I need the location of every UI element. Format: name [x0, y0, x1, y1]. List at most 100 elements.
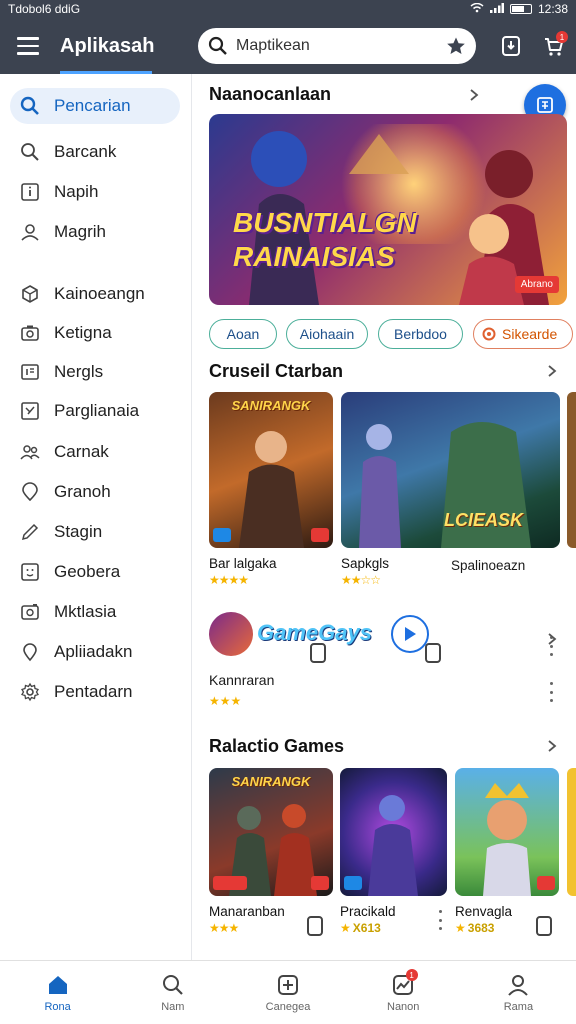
game-card[interactable]: Renvagla ★ 3683 [455, 768, 559, 935]
game-card[interactable]: LCIEASK [341, 392, 560, 548]
banner-badge: Abrano [514, 276, 559, 293]
game-card[interactable]: SANIRANGK Manaranban ★★★ [209, 768, 333, 935]
download-button[interactable] [490, 25, 532, 67]
nav-label: Nanon [387, 1000, 420, 1013]
nav-badge: 1 [405, 969, 418, 981]
id-card-icon [21, 364, 39, 380]
nav-search[interactable]: Nam [115, 961, 230, 1024]
add-icon [278, 974, 298, 995]
nav-label: Rama [503, 1000, 534, 1013]
thumbnail-title: LCIEASK [443, 510, 523, 530]
chevron-right-icon[interactable] [545, 364, 559, 378]
game-card[interactable]: SANIRANGK Bar lalgaka ★★★★ [209, 392, 333, 587]
sidebar-item-napih[interactable]: Napih [10, 174, 180, 210]
more-icon[interactable] [438, 910, 442, 930]
game-app-icon[interactable] [209, 612, 253, 656]
platform-icon [311, 876, 329, 890]
status-left-text: Tdobol6 ddiG [8, 2, 81, 16]
person-icon [21, 224, 39, 241]
sidebar-item-search[interactable]: Pencarian [10, 88, 180, 124]
sidebar-item-label: Barcank [54, 142, 117, 161]
section-title: Cruseil Ctarban [209, 361, 344, 381]
game-rating: ★ X613 [340, 921, 381, 935]
platform-icon [213, 876, 247, 890]
install-icon[interactable] [310, 643, 326, 663]
sidebar-item-mktlasia[interactable]: Mktlasia [10, 594, 180, 630]
app-title-tab[interactable]: Aplikasah [56, 18, 186, 74]
sidebar-item-label: Granoh [54, 482, 111, 501]
nav-create[interactable]: Canegea [230, 961, 345, 1024]
cart-badge: 1 [556, 31, 568, 43]
sidebar-item-parglianaia[interactable]: Parglianaia [10, 393, 180, 429]
camera-icon [21, 325, 39, 341]
nav-home[interactable]: Rona [0, 961, 115, 1024]
sidebar-item-geobera[interactable]: Geobera [10, 554, 180, 590]
search-icon [162, 974, 183, 995]
thumbnail-title: SANIRANGK [231, 398, 311, 413]
install-icon[interactable] [307, 916, 323, 936]
sidebar-item-stagin[interactable]: Stagin [10, 514, 180, 550]
game-card[interactable]: Pracikald ★ X613 [340, 768, 447, 935]
sidebar-item-pentadarn[interactable]: Pentadarn [10, 674, 180, 710]
nav-label: Nam [161, 1000, 185, 1013]
main-content: Naanocanlaan BUSNTIALGN RAINAISIAS Abran… [193, 74, 576, 960]
game-rating: ★★☆☆ [341, 573, 381, 587]
play-button[interactable] [391, 615, 429, 653]
game-art [239, 431, 304, 548]
sidebar-item-label: Ketigna [54, 323, 112, 342]
sidebar: Pencarian Barcank Napih Magrih Kainoeang… [0, 74, 192, 960]
chevron-right-icon[interactable] [545, 739, 559, 753]
filter-chip-featured[interactable]: Sikearde [473, 319, 573, 349]
filter-chip[interactable]: Aiohaain [286, 319, 368, 349]
sidebar-item-kainoeangn[interactable]: Kainoeangn [10, 276, 180, 312]
pencil-icon [21, 523, 39, 541]
featured-banner[interactable]: BUSNTIALGN RAINAISIAS Abrano [209, 114, 567, 305]
sidebar-item-label: Parglianaia [54, 401, 140, 420]
sidebar-item-label: Mktlasia [54, 602, 117, 621]
install-icon[interactable] [425, 643, 441, 663]
cube-icon [22, 285, 38, 303]
menu-icon[interactable] [0, 18, 56, 74]
cart-button[interactable]: 1 [532, 25, 574, 67]
game-name: Spalinoeazn [451, 558, 526, 573]
game-name: Bar lalgaka [209, 556, 277, 571]
sidebar-item-barcank[interactable]: Barcank [10, 134, 180, 170]
nav-activity[interactable]: 1 Nanon [346, 961, 461, 1024]
nav-label: Canegea [265, 1000, 311, 1013]
photo-icon [21, 604, 39, 620]
sidebar-item-label: Apliiadakn [54, 642, 133, 661]
search-input[interactable]: Maptikean [198, 28, 476, 64]
sidebar-item-magrih[interactable]: Magrih [10, 214, 180, 250]
more-icon[interactable] [549, 682, 553, 702]
search-icon [21, 143, 39, 161]
game-card-peek[interactable] [567, 392, 576, 548]
sidebar-item-nergls[interactable]: Nergls [10, 354, 180, 390]
sidebar-item-ketigna[interactable]: Ketigna [10, 315, 180, 351]
sidebar-item-carnak[interactable]: Carnak [10, 434, 180, 470]
game-card-info: Sapkgls ★★☆☆ [341, 548, 465, 587]
filter-chip[interactable]: Berbdoo [378, 319, 463, 349]
thumbnail-title: SANIRANGK [231, 774, 311, 789]
sidebar-item-label: Geobera [54, 562, 121, 581]
search-placeholder: Maptikean [236, 37, 310, 54]
signal-icon [489, 2, 504, 16]
game-thumbnail: LCIEASK [341, 392, 560, 548]
star-icon[interactable] [446, 36, 466, 56]
sidebar-item-label: Kainoeangn [54, 284, 145, 303]
person-icon [508, 974, 529, 996]
chevron-right-icon[interactable] [467, 88, 481, 102]
app-bar: Aplikasah Maptikean 1 [0, 18, 576, 74]
game-name: Pracikald [340, 904, 396, 919]
filter-chip[interactable]: Aoan [209, 319, 277, 349]
install-icon[interactable] [536, 916, 552, 936]
featured-title: Naanocanlaan [209, 84, 332, 104]
banner-title: BUSNTIALGN RAINAISIAS [233, 207, 417, 272]
game-name: Sapkgls [341, 556, 390, 571]
location-icon [22, 482, 38, 502]
chevron-right-icon[interactable] [545, 632, 559, 646]
game-card-peek[interactable] [567, 768, 576, 896]
image-icon [21, 402, 39, 420]
sidebar-item-granoh[interactable]: Granoh [10, 474, 180, 510]
nav-profile[interactable]: Rama [461, 961, 576, 1024]
sidebar-item-apliiadakn[interactable]: Apliiadakn [10, 634, 180, 670]
